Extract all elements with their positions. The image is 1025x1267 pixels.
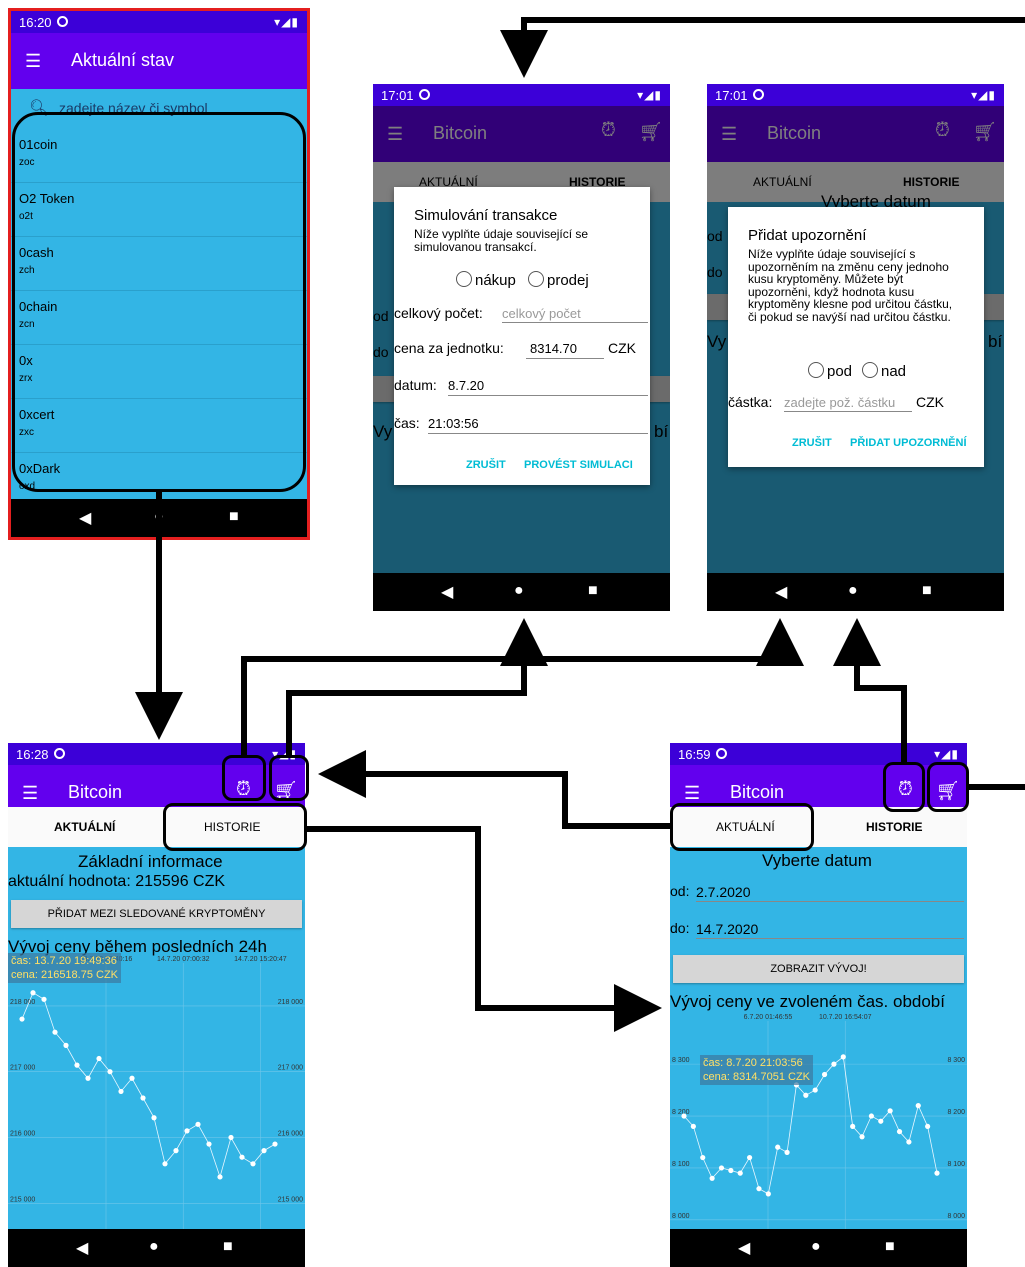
arrow-current-cart-to-simulate bbox=[286, 618, 548, 755]
flow-arrows bbox=[135, 17, 1025, 1032]
arrow-current-tab-back bbox=[318, 750, 670, 829]
arrow-history-alarm-to-alert bbox=[833, 618, 907, 762]
arrow-history-cart-to-simulate bbox=[524, 17, 1025, 790]
arrow-history-tab-to-chart bbox=[307, 826, 662, 1032]
